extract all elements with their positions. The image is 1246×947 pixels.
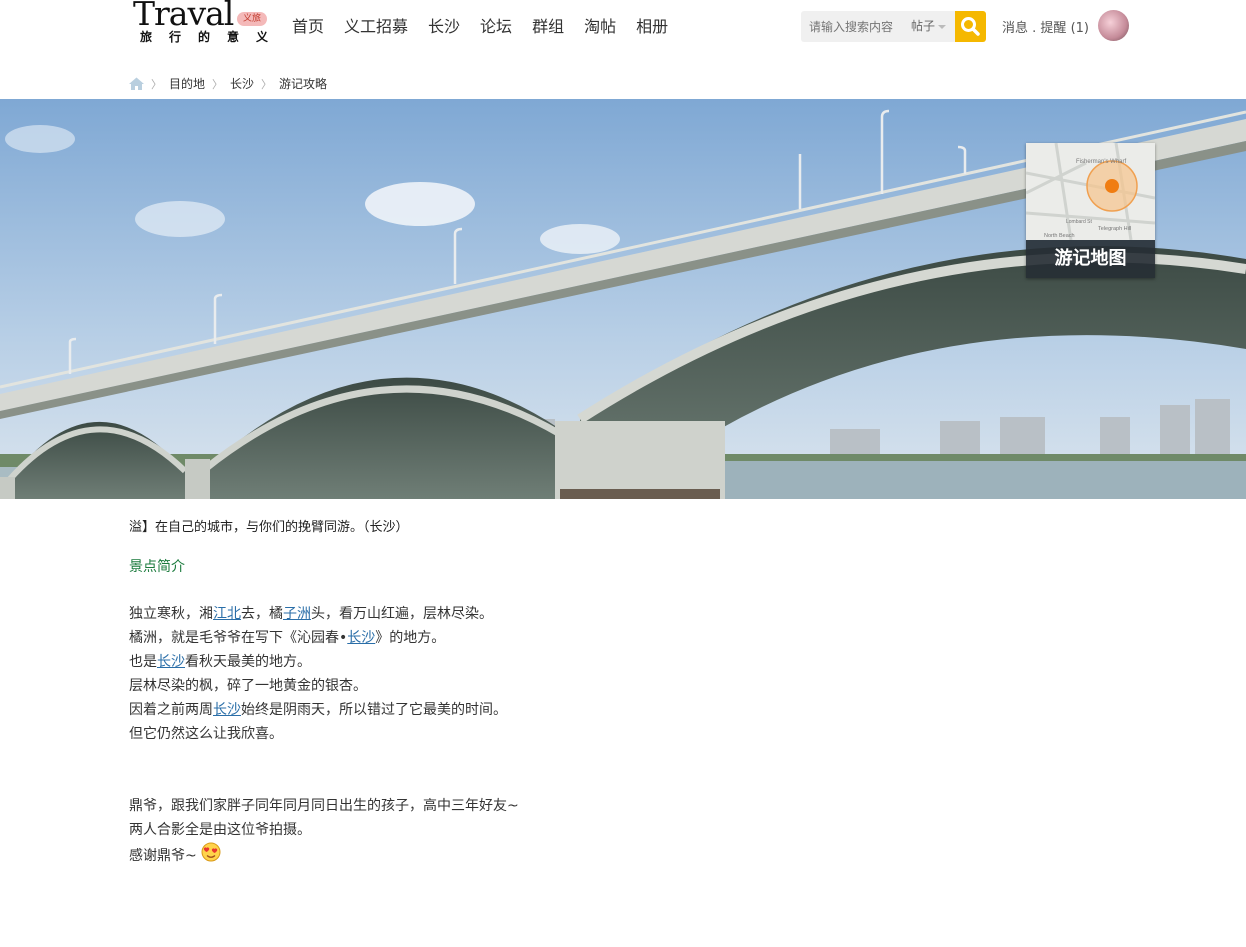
- nav-item-changsha[interactable]: 长沙: [428, 13, 460, 37]
- nav-item-volunteer[interactable]: 义工招募: [344, 13, 408, 37]
- nav-item-album[interactable]: 相册: [636, 13, 668, 37]
- link-changsha[interactable]: 长沙: [157, 654, 185, 670]
- breadcrumb-current: 游记攻略: [279, 77, 328, 91]
- map-text-4: Telegraph Hill: [1098, 226, 1131, 232]
- travel-map-label: 游记地图: [1026, 240, 1155, 278]
- text-line: 也是长沙看秋天最美的地方。: [129, 654, 311, 670]
- article-title: 溢】在自己的城市，与你们的挽臂同游。（长沙）: [129, 520, 409, 535]
- messages-link[interactable]: 消息: [1002, 21, 1028, 36]
- breadcrumb-city[interactable]: 长沙: [230, 75, 254, 92]
- logo-badge: 义旅: [237, 12, 267, 26]
- search-button[interactable]: [955, 11, 986, 42]
- map-text-3: North Beach: [1044, 233, 1075, 239]
- search-box: 帖子: [801, 11, 986, 42]
- text-line: 两人合影全是由这位爷拍摄。: [129, 822, 311, 838]
- text-line: 鼎爷，跟我们家胖子同年同月同日出生的孩子，高中三年好友~: [129, 798, 519, 814]
- chevron-right-icon: 〉: [212, 77, 224, 91]
- text-line: 独立寒秋，湘江北去，橘子洲头，看万山红遍，层林尽染。: [129, 606, 493, 622]
- search-type-label: 帖子: [911, 19, 936, 33]
- search-input[interactable]: [801, 11, 905, 42]
- avatar[interactable]: [1098, 10, 1129, 41]
- main-nav: 首页 义工招募 长沙 论坛 群组 淘帖 相册: [292, 13, 668, 37]
- section-heading: 景点简介: [129, 559, 185, 575]
- link-jiangbei[interactable]: 江北: [213, 606, 241, 622]
- nav-item-home[interactable]: 首页: [292, 13, 324, 37]
- text-line: 橘洲，就是毛爷爷在写下《沁园春•长沙》的地方。: [129, 630, 446, 646]
- nav-item-groups[interactable]: 群组: [532, 13, 564, 37]
- nav-item-collections[interactable]: 淘帖: [584, 13, 616, 37]
- text-line: 感谢鼎爷~: [129, 842, 829, 866]
- user-links: 消息 . 提醒 (1): [1002, 21, 1089, 36]
- article-content: 溢】在自己的城市，与你们的挽臂同游。（长沙） 景点简介 独立寒秋，湘江北去，橘子…: [129, 518, 829, 866]
- link-changsha[interactable]: 长沙: [347, 630, 375, 646]
- search-icon: [961, 17, 980, 36]
- logo-subtitle: 旅行的意义: [140, 30, 286, 44]
- chevron-right-icon: 〉: [151, 77, 162, 91]
- travel-map-card[interactable]: Fisherman's Wharf Lombard St North Beach…: [1025, 142, 1156, 278]
- map-text-1: Fisherman's Wharf: [1076, 159, 1126, 165]
- paragraph-friend: 鼎爷，跟我们家胖子同年同月同日出生的孩子，高中三年好友~ 两人合影全是由这位爷拍…: [129, 794, 829, 866]
- remind-link[interactable]: 提醒: [1040, 21, 1066, 36]
- breadcrumb: 〉 目的地 〉 长沙 〉 游记攻略: [129, 75, 327, 92]
- text-line: 层林尽染的枫，碎了一地黄金的银杏。: [129, 678, 367, 694]
- top-header: Traval 义旅 旅行的意义 首页 义工招募 长沙 论坛 群组 淘帖 相册 帖…: [0, 0, 1246, 60]
- link-changsha[interactable]: 长沙: [213, 702, 241, 718]
- love-emoji-icon: [201, 842, 221, 870]
- site-logo[interactable]: Traval 义旅 旅行的意义: [133, 0, 273, 46]
- breadcrumb-destination[interactable]: 目的地: [169, 75, 205, 92]
- map-pin-icon: Fisherman's Wharf Lombard St North Beach…: [1025, 142, 1156, 241]
- text-line: 因着之前两周长沙始终是阴雨天，所以错过了它最美的时间。: [129, 702, 507, 718]
- search-type-dropdown[interactable]: 帖子: [905, 11, 955, 42]
- nav-item-forum[interactable]: 论坛: [480, 13, 512, 37]
- cover-photo: Fisherman's Wharf Lombard St North Beach…: [0, 99, 1246, 499]
- map-thumbnail: Fisherman's Wharf Lombard St North Beach…: [1025, 142, 1156, 241]
- chevron-down-icon: [938, 24, 947, 29]
- home-icon[interactable]: [129, 77, 144, 90]
- text-line: 但它仍然这么让我欣喜。: [129, 726, 283, 742]
- remind-count: (1): [1070, 21, 1089, 36]
- map-text-2: Lombard St: [1066, 219, 1092, 225]
- link-zizhou[interactable]: 子洲: [283, 606, 311, 622]
- chevron-right-icon: 〉: [261, 77, 273, 91]
- paragraph-intro: 独立寒秋，湘江北去，橘子洲头，看万山红遍，层林尽染。 橘洲，就是毛爷爷在写下《沁…: [129, 602, 829, 746]
